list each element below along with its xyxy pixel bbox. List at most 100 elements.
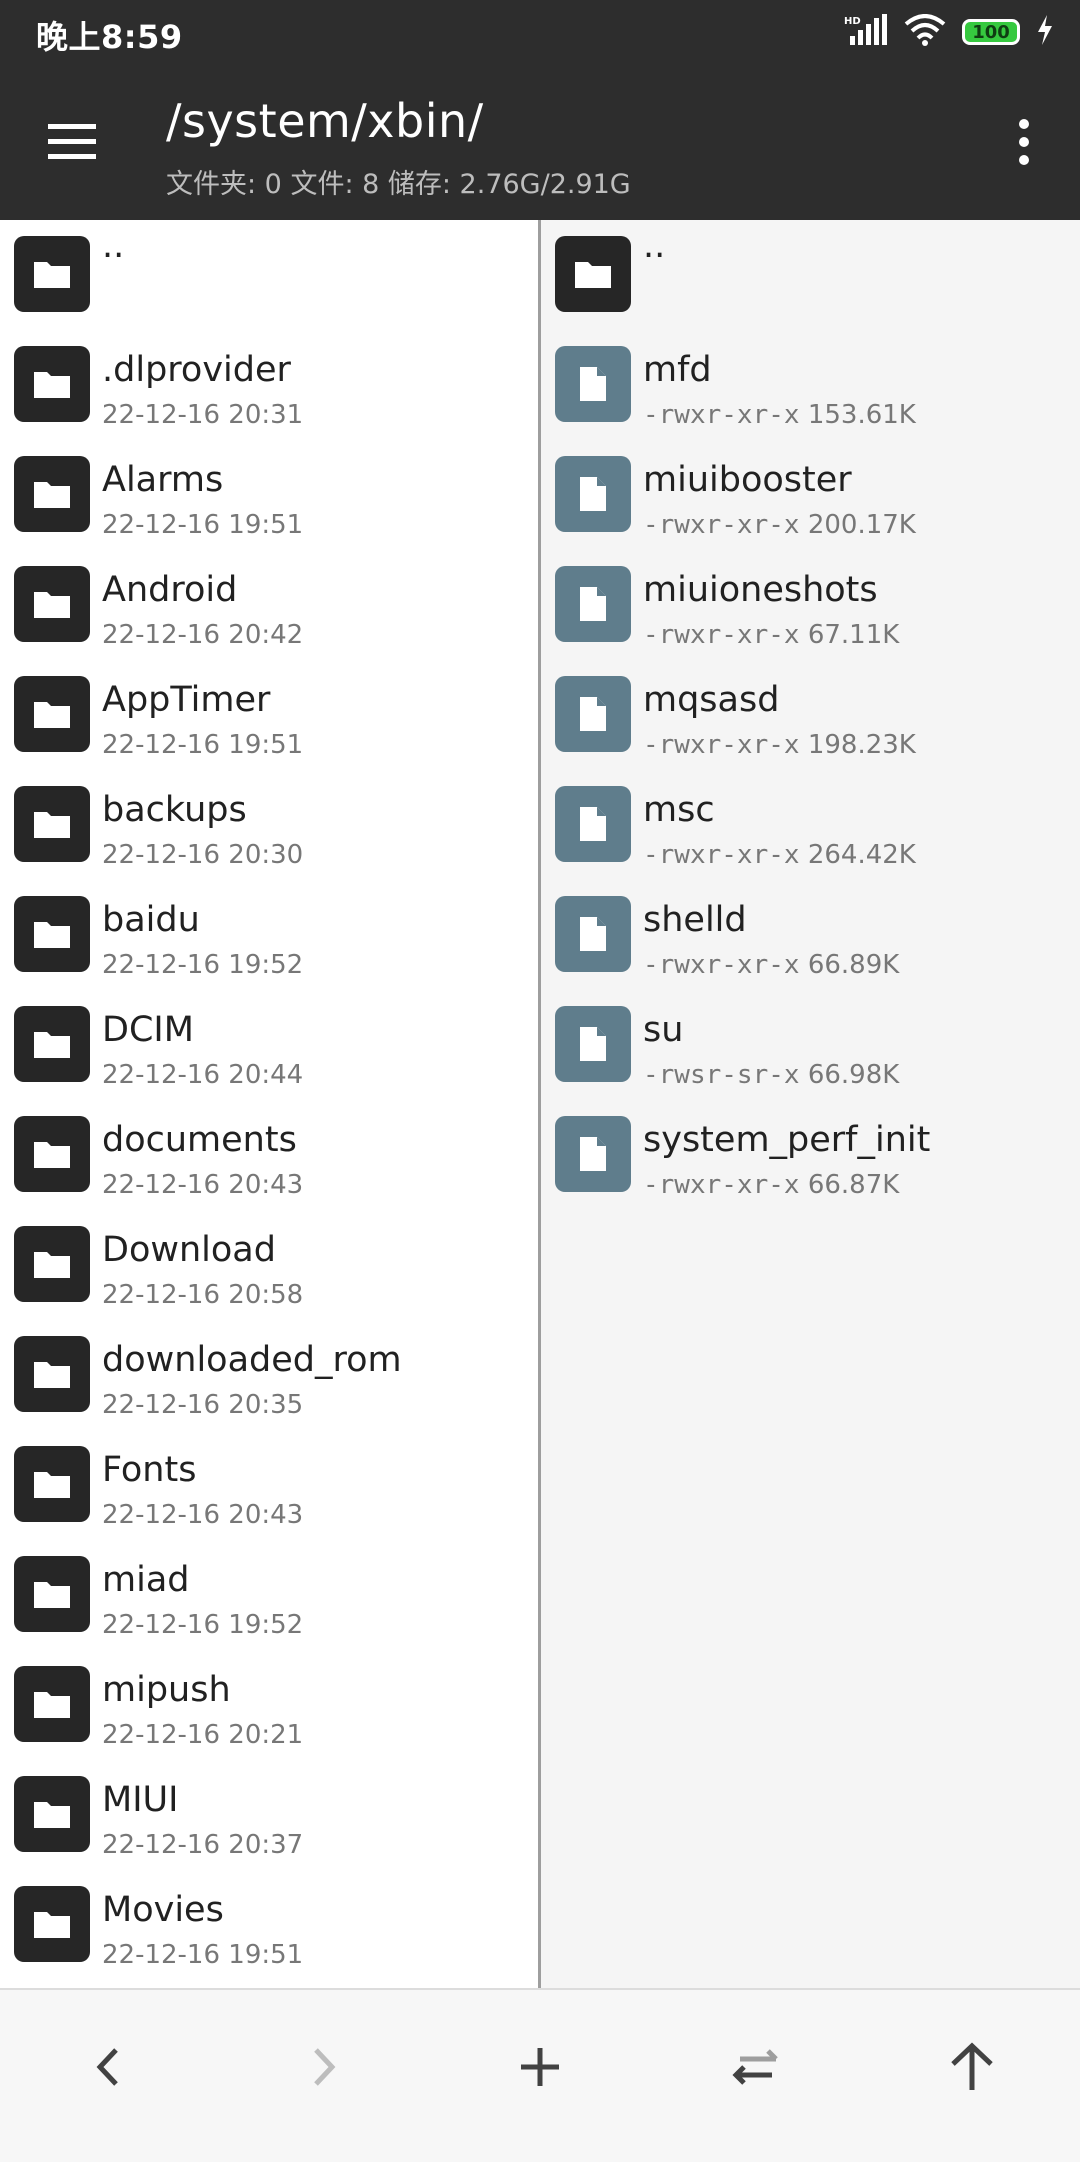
swap-panes-button[interactable] bbox=[716, 2032, 796, 2102]
item-meta: -rwxr-xr-x 264.42K bbox=[643, 840, 916, 870]
folder-row[interactable]: miad 22-12-16 19:52 bbox=[0, 1540, 538, 1650]
file-row[interactable]: shelld -rwxr-xr-x 66.89K bbox=[541, 880, 1080, 990]
item-meta: -rwxr-xr-x 198.23K bbox=[643, 730, 916, 760]
folder-icon bbox=[14, 1556, 90, 1632]
item-date: 22-12-16 20:44 bbox=[102, 1060, 304, 1090]
network-type-label: HD bbox=[844, 16, 861, 27]
item-name: DCIM bbox=[102, 1010, 194, 1050]
back-button[interactable] bbox=[68, 2032, 148, 2102]
item-name: downloaded_rom bbox=[102, 1340, 402, 1380]
item-date: 22-12-16 20:31 bbox=[102, 400, 304, 430]
folder-row[interactable]: mipush 22-12-16 20:21 bbox=[0, 1650, 538, 1760]
item-meta: -rwxr-xr-x 66.87K bbox=[643, 1170, 899, 1200]
swap-icon bbox=[732, 2049, 778, 2085]
folder-row[interactable]: MIUI 22-12-16 20:37 bbox=[0, 1760, 538, 1870]
chevron-left-icon bbox=[96, 2048, 118, 2086]
folder-row[interactable]: downloaded_rom 22-12-16 20:35 bbox=[0, 1320, 538, 1430]
item-name: .dlprovider bbox=[102, 350, 291, 390]
item-date: 22-12-16 20:43 bbox=[102, 1500, 304, 1530]
bottom-toolbar bbox=[0, 1988, 1080, 2162]
folder-icon bbox=[14, 896, 90, 972]
folder-icon bbox=[14, 1776, 90, 1852]
item-meta: -rwxr-xr-x 67.11K bbox=[643, 620, 899, 650]
item-size: 66.98K bbox=[807, 1060, 900, 1090]
item-name: Fonts bbox=[102, 1450, 197, 1490]
folder-row[interactable]: Android 22-12-16 20:42 bbox=[0, 550, 538, 660]
item-permissions: -rwxr-xr-x bbox=[643, 840, 800, 870]
item-permissions: -rwxr-xr-x bbox=[643, 400, 800, 430]
left-pane[interactable]: .. .dlprovider 22-12-16 20:31 Alarms 22-… bbox=[0, 220, 541, 1988]
file-icon bbox=[555, 1006, 631, 1082]
item-date: 22-12-16 19:51 bbox=[102, 1940, 304, 1970]
item-permissions: -rwxr-xr-x bbox=[643, 730, 800, 760]
parent-folder-row[interactable]: .. bbox=[541, 220, 1080, 330]
item-name: Alarms bbox=[102, 460, 224, 500]
folder-row[interactable]: Movies 22-12-16 19:51 bbox=[0, 1870, 538, 1980]
item-permissions: -rwxr-xr-x bbox=[643, 1170, 800, 1200]
file-row[interactable]: miuioneshots -rwxr-xr-x 67.11K bbox=[541, 550, 1080, 660]
file-row[interactable]: mqsasd -rwxr-xr-x 198.23K bbox=[541, 660, 1080, 770]
file-row[interactable]: system_perf_init -rwxr-xr-x 66.87K bbox=[541, 1100, 1080, 1210]
file-row[interactable]: su -rwsr-sr-x 66.98K bbox=[541, 990, 1080, 1100]
menu-button[interactable] bbox=[44, 114, 112, 170]
folder-row[interactable]: Fonts 22-12-16 20:43 bbox=[0, 1430, 538, 1540]
item-size: 200.17K bbox=[807, 510, 916, 540]
more-options-button[interactable] bbox=[1006, 114, 1042, 170]
item-name: baidu bbox=[102, 900, 200, 940]
folder-icon bbox=[14, 1666, 90, 1742]
folder-icon bbox=[14, 1446, 90, 1522]
item-meta: -rwxr-xr-x 153.61K bbox=[643, 400, 916, 430]
forward-button[interactable] bbox=[284, 2032, 364, 2102]
file-icon bbox=[555, 566, 631, 642]
item-name: MIUI bbox=[102, 1780, 179, 1820]
status-icons: HD 100 bbox=[844, 14, 1054, 50]
item-name: miuibooster bbox=[643, 460, 852, 500]
item-size: 153.61K bbox=[807, 400, 916, 430]
plus-icon bbox=[521, 2048, 559, 2086]
status-time: 晚上8:59 bbox=[36, 18, 183, 56]
folder-row[interactable]: .dlprovider 22-12-16 20:31 bbox=[0, 330, 538, 440]
item-date: 22-12-16 20:35 bbox=[102, 1390, 304, 1420]
folder-row[interactable]: Download 22-12-16 20:58 bbox=[0, 1210, 538, 1320]
folder-row[interactable]: backups 22-12-16 20:30 bbox=[0, 770, 538, 880]
folder-icon bbox=[14, 236, 90, 312]
folder-icon bbox=[14, 1116, 90, 1192]
file-row[interactable]: msc -rwxr-xr-x 264.42K bbox=[541, 770, 1080, 880]
item-name: AppTimer bbox=[102, 680, 271, 720]
item-date: 22-12-16 20:58 bbox=[102, 1280, 304, 1310]
file-row[interactable]: mfd -rwxr-xr-x 153.61K bbox=[541, 330, 1080, 440]
parent-directory-button[interactable] bbox=[932, 2032, 1012, 2102]
item-date: 22-12-16 20:42 bbox=[102, 620, 304, 650]
more-vert-icon bbox=[1019, 119, 1029, 165]
folder-icon bbox=[14, 676, 90, 752]
current-path: /system/xbin/ bbox=[166, 94, 484, 148]
parent-folder-row[interactable]: .. bbox=[0, 220, 538, 330]
folder-row[interactable]: DCIM 22-12-16 20:44 bbox=[0, 990, 538, 1100]
item-permissions: -rwxr-xr-x bbox=[643, 510, 800, 540]
right-pane[interactable]: .. mfd -rwxr-xr-x 153.61K miuibooster -r… bbox=[541, 220, 1080, 1988]
item-permissions: -rwxr-xr-x bbox=[643, 950, 800, 980]
item-name: .. bbox=[643, 226, 666, 266]
file-row[interactable]: miuibooster -rwxr-xr-x 200.17K bbox=[541, 440, 1080, 550]
folder-summary: 文件夹: 0 文件: 8 储存: 2.76G/2.91G bbox=[166, 169, 631, 200]
folder-icon bbox=[14, 1336, 90, 1412]
new-item-button[interactable] bbox=[500, 2032, 580, 2102]
file-icon bbox=[555, 456, 631, 532]
battery-icon: 100 bbox=[962, 19, 1020, 45]
item-name: shelld bbox=[643, 900, 747, 940]
folder-row[interactable]: documents 22-12-16 20:43 bbox=[0, 1100, 538, 1210]
chevron-right-icon bbox=[314, 2048, 336, 2086]
folder-icon bbox=[14, 786, 90, 862]
item-name: miad bbox=[102, 1560, 190, 1600]
folder-row[interactable]: baidu 22-12-16 19:52 bbox=[0, 880, 538, 990]
item-date: 22-12-16 20:21 bbox=[102, 1720, 304, 1750]
folder-icon bbox=[14, 1006, 90, 1082]
item-size: 67.11K bbox=[807, 620, 900, 650]
item-name: Android bbox=[102, 570, 238, 610]
folder-icon bbox=[555, 236, 631, 312]
item-name: mipush bbox=[102, 1670, 231, 1710]
item-size: 66.89K bbox=[807, 950, 900, 980]
folder-row[interactable]: Alarms 22-12-16 19:51 bbox=[0, 440, 538, 550]
item-name: Download bbox=[102, 1230, 276, 1270]
folder-row[interactable]: AppTimer 22-12-16 19:51 bbox=[0, 660, 538, 770]
